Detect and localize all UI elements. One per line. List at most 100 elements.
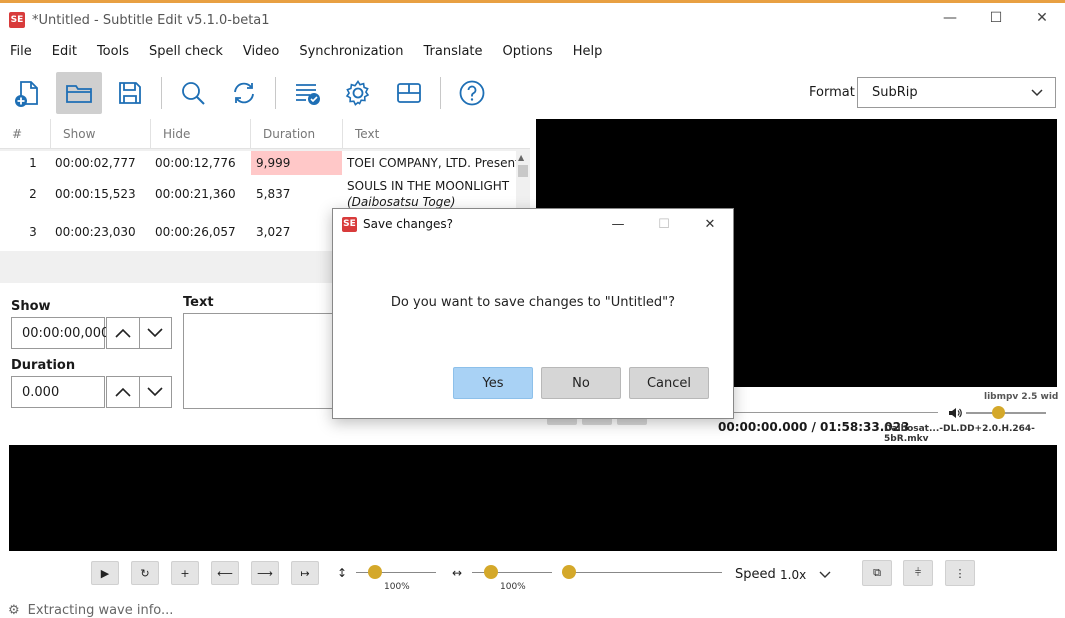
- no-button[interactable]: No: [541, 367, 621, 399]
- chevron-down-icon: [147, 328, 163, 338]
- show-time-input[interactable]: 00:00:00,000: [11, 317, 109, 349]
- menu-file[interactable]: File: [0, 41, 42, 63]
- chevron-down-icon: [147, 387, 163, 397]
- replace-button[interactable]: [221, 72, 267, 114]
- menu-options[interactable]: Options: [493, 41, 563, 63]
- video-time-readout: 00:00:00.000 / 01:58:33.023: [718, 420, 910, 434]
- window-controls: — ☐ ✕: [927, 3, 1065, 33]
- menu-tools[interactable]: Tools: [87, 41, 139, 63]
- app-logo-icon: SE: [342, 216, 357, 232]
- plus-icon: +: [180, 566, 190, 580]
- toolbar-separator: [440, 77, 441, 109]
- save-button[interactable]: [107, 72, 153, 114]
- maximize-button[interactable]: ☐: [973, 3, 1019, 33]
- waveform-position-slider[interactable]: [562, 572, 722, 573]
- horizontal-zoom-value: 100%: [500, 582, 526, 592]
- dialog-title-bar: SE Save changes? — ☐ ✕: [333, 209, 733, 239]
- decrement-button[interactable]: [138, 318, 172, 348]
- split-button[interactable]: ⫩: [903, 560, 933, 586]
- scroll-up-icon[interactable]: ▲: [518, 153, 524, 162]
- chevron-up-icon: [115, 328, 131, 338]
- spell-check-button[interactable]: [284, 72, 330, 114]
- menu-translate[interactable]: Translate: [413, 41, 492, 63]
- new-file-button[interactable]: [4, 72, 50, 114]
- table-row[interactable]: 1 00:00:02,777 00:00:12,776 9,999 TOEI C…: [0, 151, 516, 175]
- column-header-duration[interactable]: Duration: [250, 119, 342, 149]
- cell-hide: 00:00:12,776: [155, 156, 236, 170]
- volume-slider-knob[interactable]: [992, 406, 1005, 419]
- layout-icon: [397, 83, 421, 103]
- speed-label: Speed: [735, 567, 776, 582]
- set-start-button[interactable]: ⟵: [211, 561, 239, 585]
- arrow-to-bar-icon: ↦: [300, 566, 310, 580]
- volume-slider[interactable]: [966, 412, 1046, 414]
- cell-duration: 9,999: [251, 151, 342, 175]
- menu-help[interactable]: Help: [563, 41, 613, 63]
- column-header-hide[interactable]: Hide: [150, 119, 250, 149]
- audio-waveform[interactable]: [9, 445, 1057, 551]
- help-button[interactable]: [449, 72, 495, 114]
- save-changes-dialog: SE Save changes? — ☐ ✕ Do you want to sa…: [332, 208, 734, 419]
- arrow-left-icon: ⟵: [217, 566, 233, 580]
- menu-synchronization[interactable]: Synchronization: [289, 41, 413, 63]
- set-end-button[interactable]: ⟶: [251, 561, 279, 585]
- set-end-next-button[interactable]: ↦: [291, 561, 319, 585]
- arrow-right-icon: ⟶: [257, 566, 273, 580]
- vertical-zoom-knob[interactable]: [368, 565, 382, 579]
- speed-value[interactable]: 1.0x: [780, 568, 806, 582]
- decrement-button[interactable]: [138, 377, 172, 407]
- video-engine-label: libmpv 2.5 wid: [984, 392, 1059, 402]
- horizontal-zoom-knob[interactable]: [484, 565, 498, 579]
- dialog-window-controls: — ☐ ✕: [595, 209, 733, 239]
- settings-button[interactable]: [335, 72, 381, 114]
- format-dropdown[interactable]: SubRip: [857, 77, 1056, 108]
- duration-input[interactable]: 0.000: [11, 376, 105, 408]
- column-header-text[interactable]: Text: [342, 119, 530, 149]
- menu-video[interactable]: Video: [233, 41, 289, 63]
- volume-icon[interactable]: [948, 406, 962, 420]
- chevron-down-icon: [1031, 89, 1043, 97]
- open-button[interactable]: [56, 72, 102, 114]
- layout-button[interactable]: [386, 72, 432, 114]
- chevron-down-icon[interactable]: [818, 569, 832, 581]
- play-icon: ▶: [100, 566, 110, 580]
- repeat-button[interactable]: ↻: [131, 561, 159, 585]
- grid-header: # Show Hide Duration Text: [0, 119, 530, 149]
- extra-button[interactable]: ⧉: [862, 560, 892, 586]
- menu-edit[interactable]: Edit: [42, 41, 87, 63]
- cell-text: TOEI COMPANY, LTD. Presents: [342, 151, 516, 175]
- dialog-message: Do you want to save changes to "Untitled…: [390, 295, 676, 310]
- copy-icon: ⧉: [873, 566, 881, 579]
- find-button[interactable]: [170, 72, 216, 114]
- play-button[interactable]: ▶: [91, 561, 119, 585]
- close-button[interactable]: ✕: [1019, 3, 1065, 33]
- minimize-button[interactable]: —: [927, 3, 973, 33]
- increment-button[interactable]: [107, 318, 139, 348]
- subtitle-text-input[interactable]: [183, 313, 343, 409]
- waveform-position-knob[interactable]: [562, 565, 576, 579]
- toolbar-separator: [275, 77, 276, 109]
- scroll-thumb[interactable]: [518, 165, 528, 177]
- more-button[interactable]: ⋮: [945, 560, 975, 586]
- menu-spell-check[interactable]: Spell check: [139, 41, 233, 63]
- vertical-zoom-icon: ↕: [337, 566, 348, 580]
- dialog-close-button[interactable]: ✕: [687, 209, 733, 239]
- subtitle-edit-window: SE *Untitled - Subtitle Edit v5.1.0-beta…: [0, 0, 1065, 618]
- horizontal-zoom-icon: ↔: [452, 566, 463, 580]
- column-header-show[interactable]: Show: [50, 119, 150, 149]
- dialog-minimize-button[interactable]: —: [595, 209, 641, 239]
- cancel-button[interactable]: Cancel: [629, 367, 709, 399]
- add-button[interactable]: +: [171, 561, 199, 585]
- chevron-up-icon: [115, 387, 131, 397]
- cell-show: 00:00:23,030: [55, 225, 136, 239]
- duration-stepper[interactable]: [106, 376, 172, 408]
- show-time-stepper[interactable]: [106, 317, 172, 349]
- increment-button[interactable]: [107, 377, 139, 407]
- split-icon: ⫩: [914, 566, 922, 579]
- column-header-number[interactable]: #: [0, 119, 50, 149]
- new-file-icon: [15, 81, 38, 107]
- search-icon: [182, 82, 205, 105]
- dialog-maximize-button: ☐: [658, 216, 670, 232]
- yes-button[interactable]: Yes: [453, 367, 533, 399]
- cell-show: 00:00:15,523: [55, 187, 136, 201]
